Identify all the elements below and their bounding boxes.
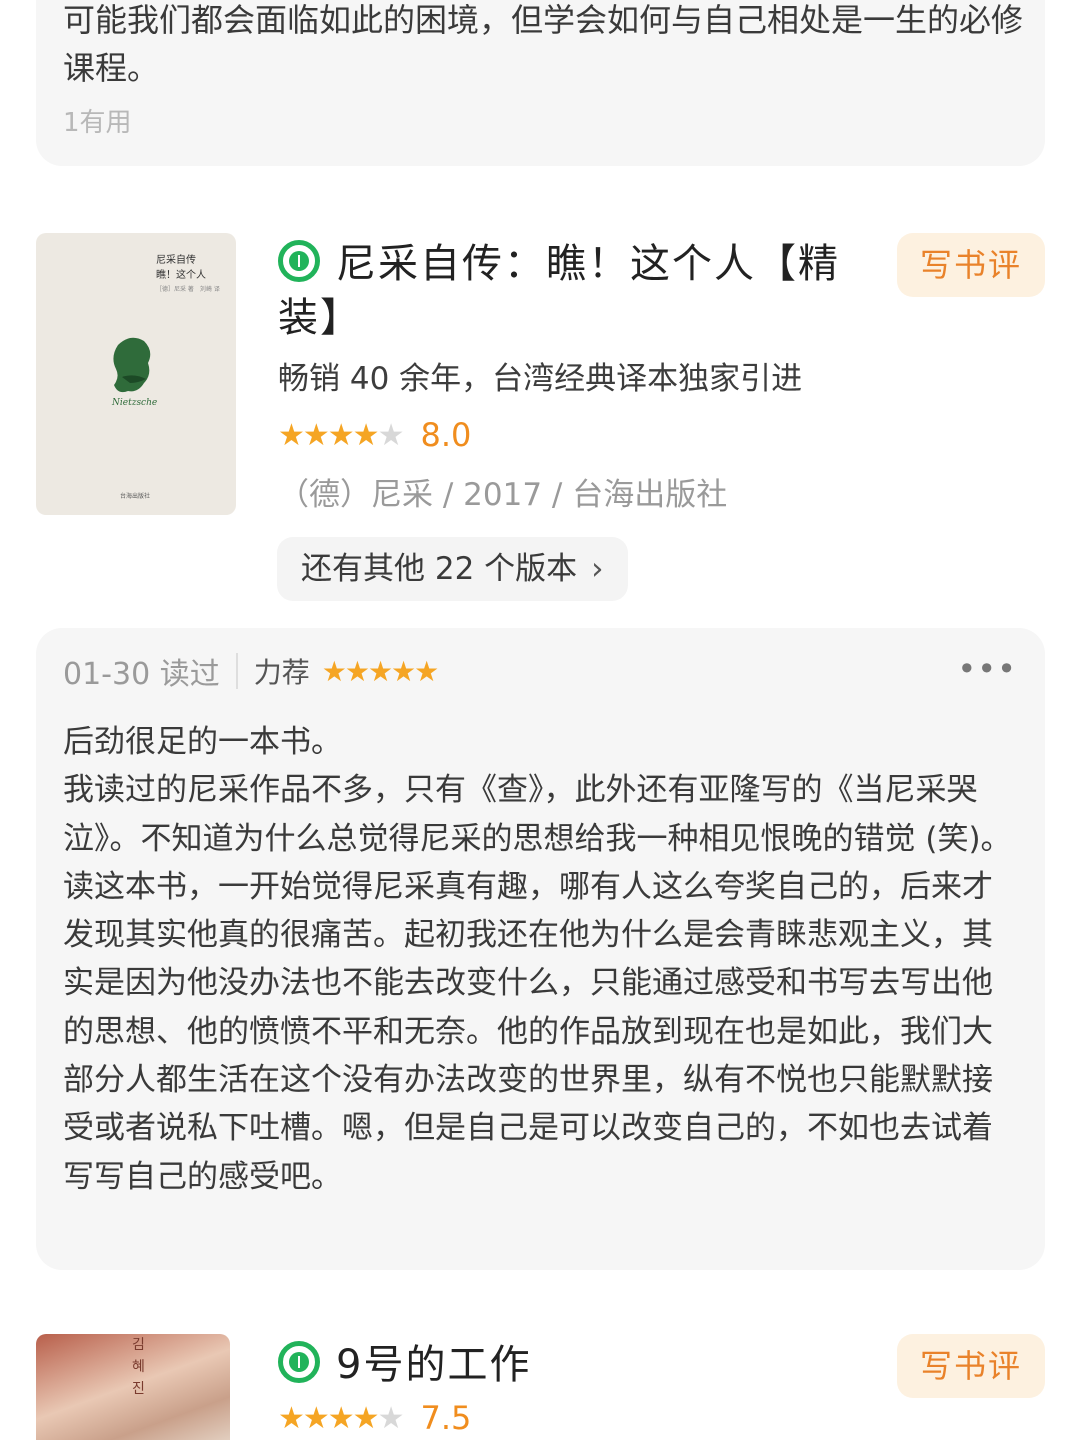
book-title[interactable]: 9号的工作 [278, 1338, 888, 1392]
cover-title: 尼采自传 瞧！这个人 [156, 255, 206, 281]
reading-book-icon [278, 1341, 320, 1383]
review-body: 后劲很足的一本书。 我读过的尼采作品不多，只有《查》，此外还有亚隆写的《当尼采哭… [63, 724, 1012, 1195]
rating-stars-icon: ★★★★★ [278, 417, 404, 453]
rating-stars-icon: ★★★★★ [278, 1400, 404, 1436]
cover-publisher: 台海出版社 [120, 493, 151, 500]
book-title[interactable]: 尼采自传：瞧！这个人【精装】 [278, 237, 888, 345]
review-stars-icon: ★★★★★ [321, 654, 440, 688]
review-header: 01-30 读过 力荐 ★★★★★ [63, 650, 440, 692]
write-review-button[interactable]: 写书评 [897, 233, 1045, 297]
svg-text:Nietzsche: Nietzsche [111, 398, 157, 408]
book-rating: ★★★★★ 7.5 [278, 1396, 471, 1440]
chevron-right-icon: › [591, 551, 604, 587]
recommend-label: 力荐 [253, 656, 310, 689]
useful-count[interactable]: 1有用 [63, 102, 132, 139]
book-subtitle: 畅销 40 余年，台湾经典译本独家引进 [278, 361, 803, 397]
cover-author-text: 김혜진 [132, 1337, 145, 1397]
other-versions-button[interactable]: 还有其他 22 个版本 › [277, 537, 628, 601]
book-cover[interactable]: 김혜진 [36, 1334, 230, 1440]
read-date: 01-30 读过 [63, 657, 220, 692]
rating-score: 8.0 [420, 416, 472, 454]
divider [235, 653, 238, 689]
rating-score: 7.5 [420, 1399, 472, 1437]
more-options-icon[interactable]: ••• [957, 650, 1017, 688]
review-text: 可能我们都会面临如此的困境，但学会如何与自己相处是一生的必修课程。 [63, 1, 1024, 87]
book-rating: ★★★★★ 8.0 [278, 413, 471, 457]
book-cover[interactable]: 尼采自传 瞧！这个人 ［德］尼采 著 刘崎 译 Nietzsche 台海出版社 [36, 233, 236, 515]
book-item[interactable]: 김혜진 9号的工作 写书评 ★★★★★ 7.5 [36, 1334, 1045, 1440]
reading-book-icon [278, 240, 320, 282]
book-item[interactable]: 尼采自传 瞧！这个人 ［德］尼采 著 刘崎 译 Nietzsche 台海出版社 … [36, 233, 1045, 603]
write-review-button[interactable]: 写书评 [897, 1334, 1045, 1398]
nietzsche-portrait-icon: Nietzsche [111, 337, 157, 408]
cover-author: ［德］尼采 著 刘崎 译 [156, 286, 220, 293]
previous-review-card[interactable]: 可能我们都会面临如此的困境，但学会如何与自己相处是一生的必修课程。 1有用 [36, 0, 1045, 166]
book-meta: （德）尼采 / 2017 / 台海出版社 [278, 477, 728, 513]
review-card[interactable]: 01-30 读过 力荐 ★★★★★ ••• 后劲很足的一本书。 我读过的尼采作品… [36, 628, 1045, 1270]
